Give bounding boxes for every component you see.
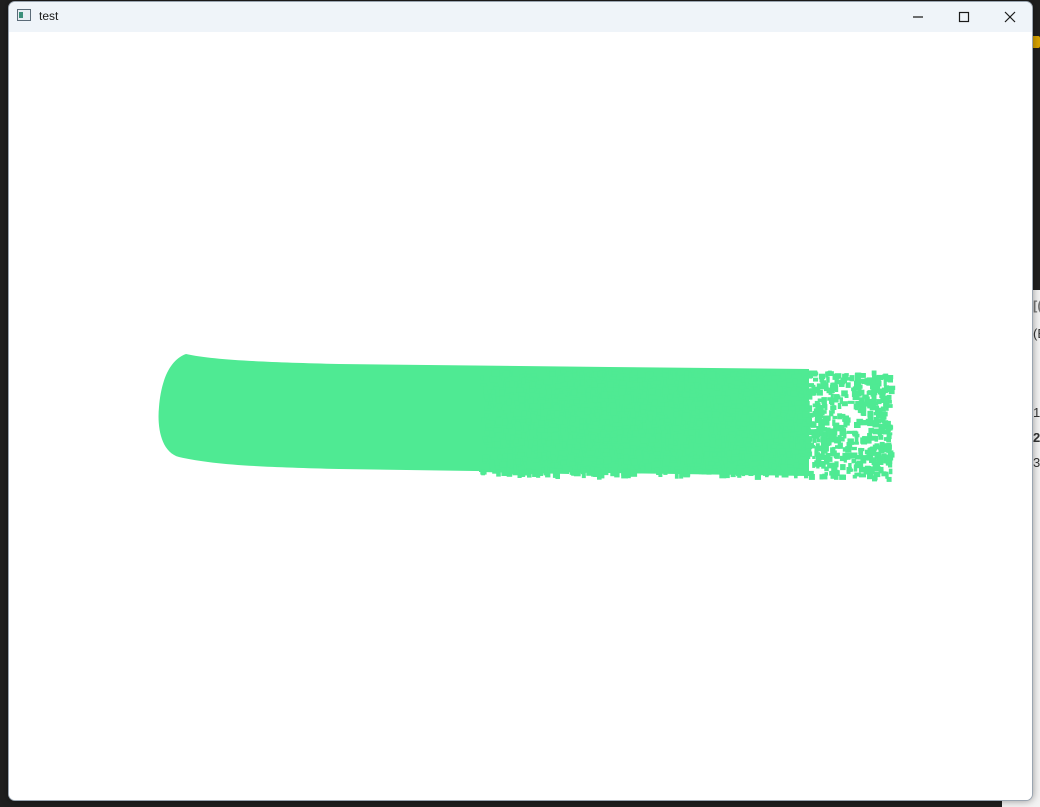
background-text: 2 bbox=[1033, 430, 1040, 445]
window-app-icon[interactable] bbox=[17, 9, 31, 21]
background-text: (E bbox=[1033, 326, 1040, 341]
render-viewport[interactable] bbox=[9, 32, 1032, 800]
minimize-icon bbox=[913, 16, 923, 18]
maximize-icon bbox=[958, 11, 970, 23]
point-cloud-render bbox=[158, 354, 896, 482]
minimize-button[interactable] bbox=[895, 2, 941, 32]
app-window: test bbox=[8, 1, 1033, 801]
background-text: [( bbox=[1033, 298, 1040, 313]
title-bar[interactable]: test bbox=[9, 2, 1032, 32]
background-text: 3 bbox=[1033, 455, 1040, 470]
window-title: test bbox=[39, 9, 59, 23]
background-text: 1 bbox=[1033, 405, 1040, 420]
maximize-button[interactable] bbox=[941, 2, 987, 32]
close-icon bbox=[1004, 11, 1016, 23]
close-button[interactable] bbox=[987, 2, 1032, 32]
